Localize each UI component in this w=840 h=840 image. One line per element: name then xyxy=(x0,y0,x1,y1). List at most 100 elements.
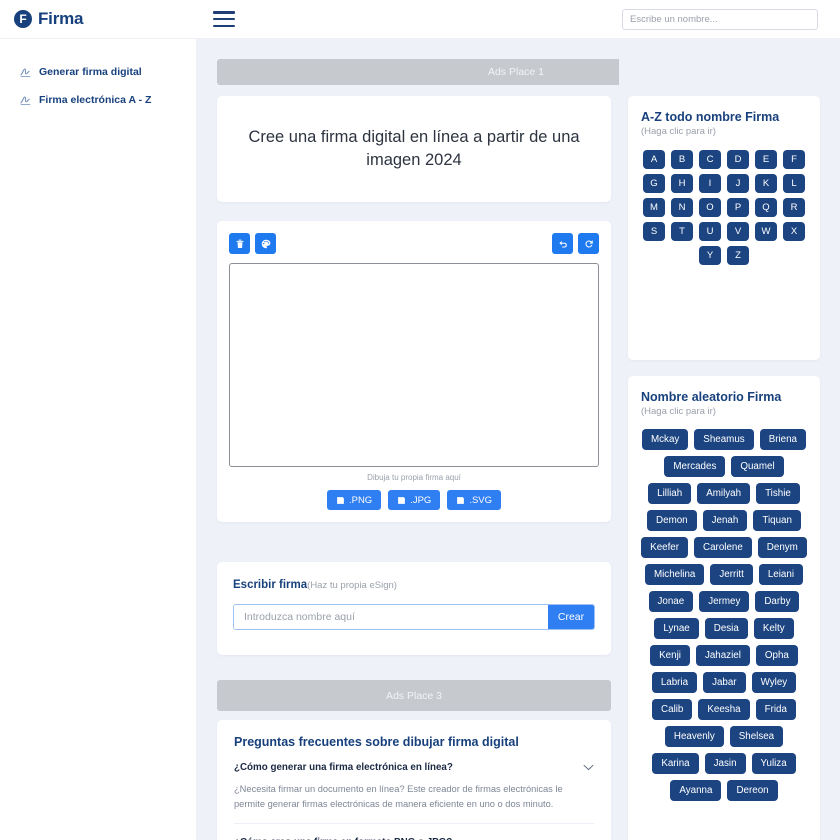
az-letter-button-g[interactable]: G xyxy=(643,174,665,193)
az-letter-button-z[interactable]: Z xyxy=(727,246,749,265)
hamburger-bar xyxy=(213,17,236,21)
clear-trash-button[interactable] xyxy=(229,233,250,254)
random-name-button[interactable]: Jasin xyxy=(704,753,746,774)
random-name-button[interactable]: Denym xyxy=(757,537,807,558)
az-letter-button-p[interactable]: P xyxy=(727,198,749,217)
az-letter-button-v[interactable]: V xyxy=(727,222,749,241)
random-name-button[interactable]: Opha xyxy=(755,645,798,666)
az-letter-button-k[interactable]: K xyxy=(755,174,777,193)
undo-button[interactable] xyxy=(552,233,573,254)
color-palette-button[interactable] xyxy=(255,233,276,254)
az-letter-button-t[interactable]: T xyxy=(671,222,693,241)
random-name-button[interactable]: Tiquan xyxy=(753,510,801,531)
download-png-label: .PNG xyxy=(348,494,373,506)
pad-tools-left xyxy=(229,233,276,254)
sidebar-item-label: Generar firma digital xyxy=(39,66,142,78)
random-name-button[interactable]: Demon xyxy=(647,510,697,531)
az-letter-button-m[interactable]: M xyxy=(643,198,665,217)
type-signature-heading: Escribir firma(Haz tu propia eSign) xyxy=(233,579,595,591)
random-name-button[interactable]: Karina xyxy=(652,753,699,774)
az-letter-button-w[interactable]: W xyxy=(755,222,777,241)
random-name-button[interactable]: Labria xyxy=(651,672,698,693)
hamburger-icon[interactable] xyxy=(213,11,236,27)
random-name-button[interactable]: Quamel xyxy=(731,456,784,477)
random-name-button[interactable]: Jenah xyxy=(702,510,748,531)
random-name-button[interactable]: Keefer xyxy=(641,537,689,558)
download-svg-label: .SVG xyxy=(469,494,493,506)
search-input[interactable] xyxy=(622,9,818,30)
random-name-button[interactable]: Lynae xyxy=(654,618,699,639)
random-name-button[interactable]: Leiani xyxy=(758,564,804,585)
chevron-down-icon xyxy=(583,764,594,771)
random-name-button[interactable]: Heavenly xyxy=(664,726,724,747)
az-letter-button-b[interactable]: B xyxy=(671,150,693,169)
az-index-title: A-Z todo nombre Firma xyxy=(641,110,780,124)
signature-icon xyxy=(20,96,31,105)
download-jpg-button[interactable]: .JPG xyxy=(388,490,441,510)
download-png-button[interactable]: .PNG xyxy=(326,490,382,510)
random-name-button[interactable]: Sheamus xyxy=(694,429,754,450)
az-letter-button-h[interactable]: H xyxy=(671,174,693,193)
az-letter-button-c[interactable]: C xyxy=(699,150,721,169)
random-name-button[interactable]: Shelsea xyxy=(729,726,784,747)
faq-item: ¿Cómo creo una firma en formato PNG o JP… xyxy=(234,824,594,840)
az-letter-button-j[interactable]: J xyxy=(727,174,749,193)
az-letter-button-l[interactable]: L xyxy=(783,174,805,193)
logo-badge-icon: F xyxy=(14,10,32,28)
random-names-title: Nombre aleatorio Firma xyxy=(641,390,782,404)
az-letter-button-e[interactable]: E xyxy=(755,150,777,169)
random-name-button[interactable]: Darby xyxy=(755,591,800,612)
az-letter-button-a[interactable]: A xyxy=(643,150,665,169)
random-name-button[interactable]: Desia xyxy=(704,618,748,639)
random-name-button[interactable]: Ayanna xyxy=(670,780,722,801)
random-name-button[interactable]: Michelina xyxy=(644,564,705,585)
az-letter-button-x[interactable]: X xyxy=(783,222,805,241)
random-name-button[interactable]: Dereon xyxy=(727,780,778,801)
faq-question-toggle[interactable]: ¿Cómo generar una firma electrónica en l… xyxy=(234,749,594,782)
random-name-button[interactable]: Kelty xyxy=(753,618,794,639)
random-name-button[interactable]: Calib xyxy=(652,699,693,720)
signature-canvas[interactable] xyxy=(229,263,599,467)
download-svg-button[interactable]: .SVG xyxy=(447,490,502,510)
random-name-button[interactable]: Mercades xyxy=(664,456,726,477)
random-name-button[interactable]: Mckay xyxy=(641,429,689,450)
sidebar-item-firma-electronica-a-z[interactable]: Firma electrónica A - Z xyxy=(0,86,196,114)
random-name-button[interactable]: Lilliah xyxy=(648,483,692,504)
random-name-button[interactable]: Frida xyxy=(755,699,796,720)
az-letter-button-s[interactable]: S xyxy=(643,222,665,241)
type-signature-input[interactable] xyxy=(234,605,548,629)
random-name-button[interactable]: Keesha xyxy=(698,699,750,720)
random-name-button[interactable]: Wyley xyxy=(751,672,797,693)
random-name-button[interactable]: Jerritt xyxy=(710,564,753,585)
random-names-card: Nombre aleatorio Firma (Haga clic para i… xyxy=(628,376,820,840)
az-letter-button-u[interactable]: U xyxy=(699,222,721,241)
az-letter-button-d[interactable]: D xyxy=(727,150,749,169)
random-name-button[interactable]: Jonae xyxy=(648,591,694,612)
az-letter-button-n[interactable]: N xyxy=(671,198,693,217)
random-name-button[interactable]: Carolene xyxy=(694,537,752,558)
sidebar-item-generar-firma-digital[interactable]: Generar firma digital xyxy=(0,58,196,86)
random-name-button[interactable]: Tishie xyxy=(756,483,800,504)
random-name-button[interactable]: Jahaziel xyxy=(695,645,750,666)
random-name-button[interactable]: Yuliza xyxy=(751,753,796,774)
create-signature-button[interactable]: Crear xyxy=(548,605,594,629)
az-letter-button-y[interactable]: Y xyxy=(699,246,721,265)
az-letter-button-f[interactable]: F xyxy=(783,150,805,169)
redo-button[interactable] xyxy=(578,233,599,254)
site-logo[interactable]: F Firma xyxy=(14,9,83,29)
az-letter-button-o[interactable]: O xyxy=(699,198,721,217)
top-header: F Firma xyxy=(0,0,840,39)
random-name-button[interactable]: Jermey xyxy=(699,591,750,612)
az-letter-button-i[interactable]: I xyxy=(699,174,721,193)
save-icon xyxy=(457,496,465,504)
random-name-button[interactable]: Jabar xyxy=(703,672,746,693)
random-name-button[interactable]: Kenji xyxy=(650,645,690,666)
undo-icon xyxy=(558,240,567,247)
logo-text: Firma xyxy=(38,9,84,28)
random-name-button[interactable]: Amilyah xyxy=(697,483,751,504)
sidebar-item-label: Firma electrónica A - Z xyxy=(39,94,152,106)
faq-question-toggle[interactable]: ¿Cómo creo una firma en formato PNG o JP… xyxy=(234,824,594,840)
az-letter-button-r[interactable]: R xyxy=(783,198,805,217)
random-name-button[interactable]: Briena xyxy=(759,429,807,450)
az-letter-button-q[interactable]: Q xyxy=(755,198,777,217)
